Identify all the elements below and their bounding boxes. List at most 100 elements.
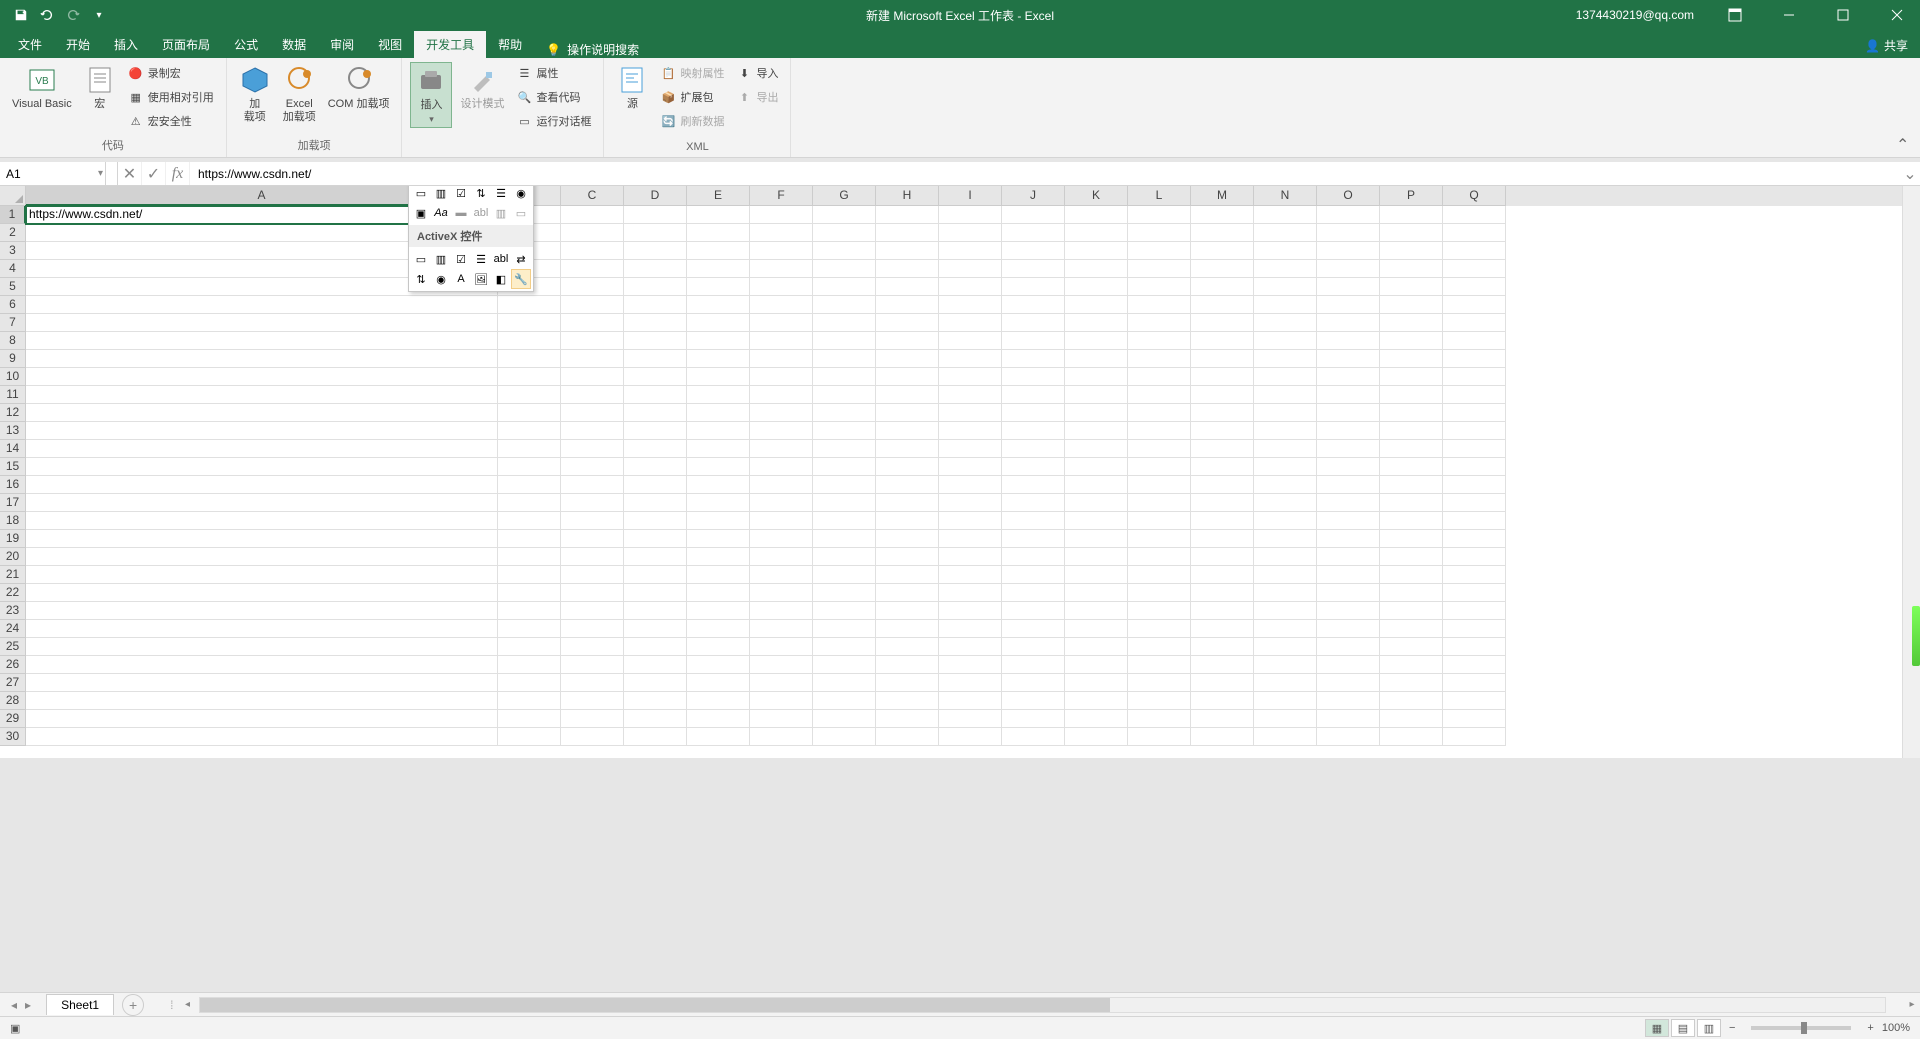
cell-J27[interactable] (1002, 674, 1065, 692)
cell-D18[interactable] (624, 512, 687, 530)
cell-D3[interactable] (624, 242, 687, 260)
cell-O21[interactable] (1317, 566, 1380, 584)
cell-Q1[interactable] (1443, 206, 1506, 224)
form-checkbox-icon[interactable]: ☑ (451, 186, 471, 203)
cell-Q17[interactable] (1443, 494, 1506, 512)
cell-L20[interactable] (1128, 548, 1191, 566)
cell-F18[interactable] (750, 512, 813, 530)
cell-D23[interactable] (624, 602, 687, 620)
cell-M11[interactable] (1191, 386, 1254, 404)
cell-H10[interactable] (876, 368, 939, 386)
redo-icon[interactable] (62, 4, 84, 26)
cell-C12[interactable] (561, 404, 624, 422)
cell-H25[interactable] (876, 638, 939, 656)
col-header-Q[interactable]: Q (1443, 186, 1506, 206)
cell-E8[interactable] (687, 332, 750, 350)
cell-H3[interactable] (876, 242, 939, 260)
cell-I16[interactable] (939, 476, 1002, 494)
cell-P6[interactable] (1380, 296, 1443, 314)
cell-J30[interactable] (1002, 728, 1065, 746)
cell-Q12[interactable] (1443, 404, 1506, 422)
cell-C1[interactable] (561, 206, 624, 224)
com-addins-button[interactable]: COM 加载项 (324, 62, 394, 113)
cell-C17[interactable] (561, 494, 624, 512)
addins-button[interactable]: 加 载项 (235, 62, 275, 126)
cell-F17[interactable] (750, 494, 813, 512)
cell-C22[interactable] (561, 584, 624, 602)
cell-A20[interactable] (26, 548, 498, 566)
cell-N21[interactable] (1254, 566, 1317, 584)
cell-J6[interactable] (1002, 296, 1065, 314)
use-relative-button[interactable]: ▦使用相对引用 (124, 86, 218, 108)
cell-O3[interactable] (1317, 242, 1380, 260)
cell-F15[interactable] (750, 458, 813, 476)
cell-K17[interactable] (1065, 494, 1128, 512)
row-header-6[interactable]: 6 (0, 296, 26, 314)
cell-C30[interactable] (561, 728, 624, 746)
cell-O14[interactable] (1317, 440, 1380, 458)
cell-J19[interactable] (1002, 530, 1065, 548)
cell-G15[interactable] (813, 458, 876, 476)
cell-C20[interactable] (561, 548, 624, 566)
cell-H12[interactable] (876, 404, 939, 422)
cell-K13[interactable] (1065, 422, 1128, 440)
cell-C7[interactable] (561, 314, 624, 332)
form-dialog-icon[interactable]: ▭ (511, 203, 531, 223)
cell-J5[interactable] (1002, 278, 1065, 296)
cell-J13[interactable] (1002, 422, 1065, 440)
cell-B16[interactable] (498, 476, 561, 494)
account-name[interactable]: 1374430219@qq.com (1576, 8, 1694, 22)
cell-I14[interactable] (939, 440, 1002, 458)
cell-D8[interactable] (624, 332, 687, 350)
cell-Q9[interactable] (1443, 350, 1506, 368)
cell-I25[interactable] (939, 638, 1002, 656)
cell-D12[interactable] (624, 404, 687, 422)
cell-H18[interactable] (876, 512, 939, 530)
cell-Q30[interactable] (1443, 728, 1506, 746)
cell-E22[interactable] (687, 584, 750, 602)
cell-M5[interactable] (1191, 278, 1254, 296)
cell-O18[interactable] (1317, 512, 1380, 530)
properties-button[interactable]: ☰属性 (512, 62, 595, 84)
cell-B17[interactable] (498, 494, 561, 512)
cell-G17[interactable] (813, 494, 876, 512)
cell-O7[interactable] (1317, 314, 1380, 332)
cell-K7[interactable] (1065, 314, 1128, 332)
cell-P2[interactable] (1380, 224, 1443, 242)
cell-G1[interactable] (813, 206, 876, 224)
ax-label-icon[interactable]: A (451, 269, 471, 289)
cell-K27[interactable] (1065, 674, 1128, 692)
cell-G3[interactable] (813, 242, 876, 260)
cell-J17[interactable] (1002, 494, 1065, 512)
cell-E21[interactable] (687, 566, 750, 584)
design-mode-button[interactable]: 设计模式 (456, 62, 508, 113)
ax-scrollbar-icon[interactable]: ⇄ (511, 249, 531, 269)
cell-D14[interactable] (624, 440, 687, 458)
cell-H14[interactable] (876, 440, 939, 458)
cell-N2[interactable] (1254, 224, 1317, 242)
cell-P1[interactable] (1380, 206, 1443, 224)
save-icon[interactable] (10, 4, 32, 26)
cell-A14[interactable] (26, 440, 498, 458)
row-header-23[interactable]: 23 (0, 602, 26, 620)
maximize-icon[interactable] (1820, 0, 1866, 30)
hscroll-left-icon[interactable]: ◂ (179, 999, 195, 1010)
cell-L18[interactable] (1128, 512, 1191, 530)
cell-E12[interactable] (687, 404, 750, 422)
cell-M17[interactable] (1191, 494, 1254, 512)
cell-Q13[interactable] (1443, 422, 1506, 440)
excel-addins-button[interactable]: Excel 加载项 (279, 62, 320, 126)
tab-开始[interactable]: 开始 (54, 31, 102, 58)
cell-M14[interactable] (1191, 440, 1254, 458)
cell-Q23[interactable] (1443, 602, 1506, 620)
cell-A27[interactable] (26, 674, 498, 692)
col-header-E[interactable]: E (687, 186, 750, 206)
cell-A24[interactable] (26, 620, 498, 638)
cell-O13[interactable] (1317, 422, 1380, 440)
row-header-30[interactable]: 30 (0, 728, 26, 746)
cell-O2[interactable] (1317, 224, 1380, 242)
cell-A10[interactable] (26, 368, 498, 386)
cell-E25[interactable] (687, 638, 750, 656)
cell-F16[interactable] (750, 476, 813, 494)
row-header-22[interactable]: 22 (0, 584, 26, 602)
